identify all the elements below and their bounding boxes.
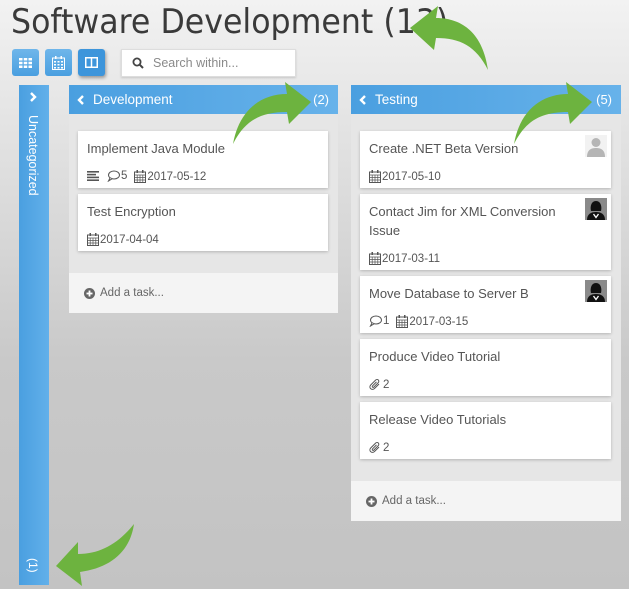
grid-view-button[interactable] — [12, 49, 39, 76]
search-input[interactable] — [153, 56, 283, 70]
due-date-value: 2017-05-12 — [147, 170, 207, 183]
calendar-icon — [87, 232, 99, 246]
task-title: Implement Java Module — [87, 141, 226, 156]
column-testing: Testing (5) Create .NET Beta Version 201… — [351, 85, 621, 521]
due-date: 2017-05-12 — [134, 169, 207, 183]
due-date-value: 2017-05-10 — [382, 170, 441, 183]
task-card[interactable]: Contact Jim for XML Conversion Issue 201… — [360, 194, 611, 270]
task-card[interactable]: Produce Video Tutorial 2 — [360, 339, 611, 396]
collapsed-column-uncategorized[interactable]: Uncategorized (1) — [19, 85, 49, 585]
task-card[interactable]: Create .NET Beta Version 2017-05-10 — [360, 131, 611, 188]
due-date-value: 2017-03-11 — [382, 252, 440, 265]
calendar-icon — [369, 169, 381, 183]
attachment-count-value: 2 — [383, 378, 390, 391]
task-title: Release Video Tutorials — [369, 412, 507, 427]
task-title: Produce Video Tutorial — [369, 349, 501, 364]
task-card[interactable]: Test Encryption 2017-04-04 — [78, 194, 328, 251]
column-count: (5) — [596, 92, 612, 107]
due-date: 2017-04-04 — [87, 232, 159, 246]
comment-count-value: 5 — [121, 170, 128, 182]
chevron-right-icon[interactable] — [28, 91, 38, 103]
plus-circle-icon — [366, 495, 377, 507]
add-task-button[interactable]: Add a task... — [69, 273, 338, 313]
due-date: 2017-05-10 — [369, 169, 441, 183]
search-icon — [132, 57, 144, 69]
column-count: (2) — [313, 92, 329, 107]
comment-icon — [107, 170, 120, 182]
task-title: Contact Jim for XML Conversion Issue — [369, 204, 556, 238]
task-title: Test Encryption — [87, 204, 176, 219]
columns-icon — [85, 57, 98, 68]
add-task-label: Add a task... — [100, 287, 164, 299]
female-user-avatar-icon[interactable] — [585, 198, 607, 220]
calendar-icon — [52, 55, 65, 70]
description-indicator — [87, 171, 100, 181]
board-view-button[interactable] — [78, 49, 105, 76]
collapsed-column-count: (1) — [26, 558, 40, 573]
calendar-icon — [134, 169, 147, 183]
calendar-icon — [369, 251, 381, 265]
task-card[interactable]: Implement Java Module 5 2017-05-12 — [78, 131, 328, 188]
plus-circle-icon — [84, 287, 95, 299]
calendar-view-button[interactable] — [45, 49, 72, 76]
attachment-count: 2 — [369, 378, 389, 391]
paperclip-icon — [369, 378, 380, 390]
task-title: Create .NET Beta Version — [369, 141, 519, 156]
due-date: 2017-03-11 — [369, 251, 440, 265]
column-title: Development — [93, 92, 173, 107]
due-date: 2017-03-15 — [396, 314, 469, 328]
comment-count: 1 — [369, 315, 389, 327]
task-title: Move Database to Server B — [369, 286, 529, 301]
comment-count-value: 1 — [383, 315, 390, 327]
column-title: Testing — [375, 92, 418, 107]
column-header[interactable]: Development (2) — [69, 85, 338, 114]
page-title: Software Development (13) — [11, 2, 449, 42]
comment-count: 5 — [107, 170, 127, 182]
chevron-left-icon[interactable] — [358, 94, 368, 106]
generic-user-avatar-icon[interactable] — [585, 135, 607, 157]
column-development: Development (2) Implement Java Module 5 — [69, 85, 338, 313]
task-card[interactable]: Move Database to Server B 1 2017-03-15 — [360, 276, 611, 333]
annotation-arrow-icon — [56, 524, 134, 586]
paperclip-icon — [369, 441, 380, 453]
add-task-button[interactable]: Add a task... — [351, 481, 621, 521]
column-header[interactable]: Testing (5) — [351, 85, 621, 114]
calendar-icon — [396, 314, 409, 328]
chevron-left-icon[interactable] — [76, 94, 86, 106]
task-card[interactable]: Release Video Tutorials 2 — [360, 402, 611, 459]
add-task-label: Add a task... — [382, 495, 446, 507]
due-date-value: 2017-04-04 — [100, 233, 159, 246]
search-box[interactable] — [121, 49, 296, 77]
comment-icon — [369, 315, 382, 327]
attachment-count: 2 — [369, 441, 389, 454]
grid-icon — [19, 57, 32, 68]
attachment-count-value: 2 — [383, 441, 390, 454]
due-date-value: 2017-03-15 — [409, 315, 469, 328]
description-icon — [87, 171, 99, 181]
female-user-avatar-icon[interactable] — [585, 280, 607, 302]
collapsed-column-label: Uncategorized — [26, 115, 40, 196]
